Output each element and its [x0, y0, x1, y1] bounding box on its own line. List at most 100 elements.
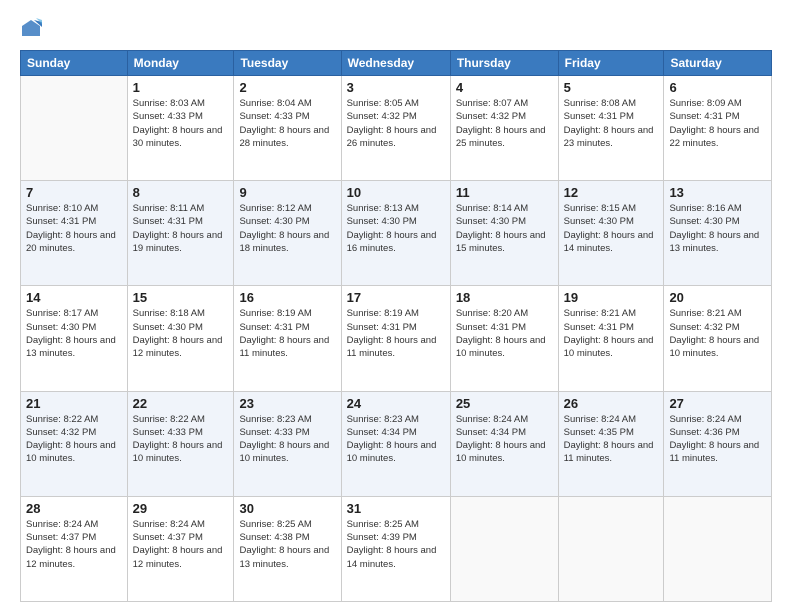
calendar-cell: 25Sunrise: 8:24 AMSunset: 4:34 PMDayligh…	[450, 391, 558, 496]
calendar-cell: 11 Sunrise: 8:14 AMSunset: 4:30 PMDayligh…	[450, 181, 558, 286]
calendar-cell: 10 Sunrise: 8:13 AMSunset: 4:30 PMDayligh…	[341, 181, 450, 286]
calendar-cell	[558, 496, 664, 601]
calendar-cell: 18Sunrise: 8:20 AMSunset: 4:31 PMDayligh…	[450, 286, 558, 391]
cell-info: Sunrise: 8:18 AMSunset: 4:30 PMDaylight:…	[133, 307, 229, 360]
logo	[20, 18, 44, 40]
cell-day-number: 12	[564, 185, 659, 200]
cell-info: Sunrise: 8:23 AMSunset: 4:34 PMDaylight:…	[347, 413, 445, 466]
calendar-week-row: 14 Sunrise: 8:17 AMSunset: 4:30 PMDayligh…	[21, 286, 772, 391]
cell-info: Sunrise: 8:05 AMSunset: 4:32 PMDaylight:…	[347, 97, 445, 150]
cell-info: Sunrise: 8:24 AMSunset: 4:35 PMDaylight:…	[564, 413, 659, 466]
cell-info: Sunrise: 8:24 AMSunset: 4:37 PMDaylight:…	[133, 518, 229, 571]
calendar-cell	[21, 76, 128, 181]
cell-day-number: 2	[239, 80, 335, 95]
calendar-cell: 2 Sunrise: 8:04 AMSunset: 4:33 PMDaylight…	[234, 76, 341, 181]
cell-info: Sunrise: 8:11 AMSunset: 4:31 PMDaylight:…	[133, 202, 229, 255]
cell-day-number: 15	[133, 290, 229, 305]
cell-info: Sunrise: 8:17 AMSunset: 4:30 PMDaylight:…	[26, 307, 122, 360]
calendar-cell: 1 Sunrise: 8:03 AMSunset: 4:33 PMDaylight…	[127, 76, 234, 181]
cell-day-number: 13	[669, 185, 766, 200]
calendar-cell: 21 Sunrise: 8:22 AMSunset: 4:32 PMDayligh…	[21, 391, 128, 496]
cell-day-number: 3	[347, 80, 445, 95]
calendar-cell: 22 Sunrise: 8:22 AMSunset: 4:33 PMDayligh…	[127, 391, 234, 496]
cell-day-number: 6	[669, 80, 766, 95]
calendar-cell: 30 Sunrise: 8:25 AMSunset: 4:38 PMDayligh…	[234, 496, 341, 601]
cell-info: Sunrise: 8:04 AMSunset: 4:33 PMDaylight:…	[239, 97, 335, 150]
cell-day-number: 8	[133, 185, 229, 200]
cell-info: Sunrise: 8:21 AMSunset: 4:31 PMDaylight:…	[564, 307, 659, 360]
cell-info: Sunrise: 8:07 AMSunset: 4:32 PMDaylight:…	[456, 97, 553, 150]
cell-info: Sunrise: 8:25 AMSunset: 4:39 PMDaylight:…	[347, 518, 445, 571]
calendar-cell: 28 Sunrise: 8:24 AMSunset: 4:37 PMDayligh…	[21, 496, 128, 601]
cell-info: Sunrise: 8:08 AMSunset: 4:31 PMDaylight:…	[564, 97, 659, 150]
calendar-cell: 15 Sunrise: 8:18 AMSunset: 4:30 PMDayligh…	[127, 286, 234, 391]
cell-info: Sunrise: 8:22 AMSunset: 4:32 PMDaylight:…	[26, 413, 122, 466]
calendar-cell: 14 Sunrise: 8:17 AMSunset: 4:30 PMDayligh…	[21, 286, 128, 391]
calendar-week-row: 21 Sunrise: 8:22 AMSunset: 4:32 PMDayligh…	[21, 391, 772, 496]
calendar-cell: 17 Sunrise: 8:19 AMSunset: 4:31 PMDayligh…	[341, 286, 450, 391]
logo-icon	[20, 18, 42, 40]
cell-day-number: 26	[564, 396, 659, 411]
cell-info: Sunrise: 8:22 AMSunset: 4:33 PMDaylight:…	[133, 413, 229, 466]
cell-day-number: 7	[26, 185, 122, 200]
cell-day-number: 11	[456, 185, 553, 200]
cell-day-number: 23	[239, 396, 335, 411]
cell-info: Sunrise: 8:19 AMSunset: 4:31 PMDaylight:…	[239, 307, 335, 360]
cell-day-number: 22	[133, 396, 229, 411]
calendar-cell: 6 Sunrise: 8:09 AMSunset: 4:31 PMDaylight…	[664, 76, 772, 181]
calendar-cell: 5 Sunrise: 8:08 AMSunset: 4:31 PMDaylight…	[558, 76, 664, 181]
calendar-week-row: 28 Sunrise: 8:24 AMSunset: 4:37 PMDayligh…	[21, 496, 772, 601]
weekday-header-saturday: Saturday	[664, 51, 772, 76]
cell-day-number: 24	[347, 396, 445, 411]
cell-info: Sunrise: 8:24 AMSunset: 4:36 PMDaylight:…	[669, 413, 766, 466]
calendar-table: SundayMondayTuesdayWednesdayThursdayFrid…	[20, 50, 772, 602]
calendar-cell: 29 Sunrise: 8:24 AMSunset: 4:37 PMDayligh…	[127, 496, 234, 601]
calendar-cell: 8 Sunrise: 8:11 AMSunset: 4:31 PMDaylight…	[127, 181, 234, 286]
cell-day-number: 30	[239, 501, 335, 516]
weekday-header-row: SundayMondayTuesdayWednesdayThursdayFrid…	[21, 51, 772, 76]
cell-info: Sunrise: 8:09 AMSunset: 4:31 PMDaylight:…	[669, 97, 766, 150]
weekday-header-wednesday: Wednesday	[341, 51, 450, 76]
cell-day-number: 21	[26, 396, 122, 411]
weekday-header-sunday: Sunday	[21, 51, 128, 76]
header	[20, 18, 772, 40]
cell-info: Sunrise: 8:12 AMSunset: 4:30 PMDaylight:…	[239, 202, 335, 255]
page: SundayMondayTuesdayWednesdayThursdayFrid…	[0, 0, 792, 612]
calendar-cell: 31Sunrise: 8:25 AMSunset: 4:39 PMDayligh…	[341, 496, 450, 601]
cell-day-number: 14	[26, 290, 122, 305]
cell-day-number: 29	[133, 501, 229, 516]
cell-info: Sunrise: 8:16 AMSunset: 4:30 PMDaylight:…	[669, 202, 766, 255]
calendar-cell: 23 Sunrise: 8:23 AMSunset: 4:33 PMDayligh…	[234, 391, 341, 496]
cell-day-number: 9	[239, 185, 335, 200]
calendar-cell: 16Sunrise: 8:19 AMSunset: 4:31 PMDayligh…	[234, 286, 341, 391]
calendar-cell: 7 Sunrise: 8:10 AMSunset: 4:31 PMDaylight…	[21, 181, 128, 286]
cell-info: Sunrise: 8:19 AMSunset: 4:31 PMDaylight:…	[347, 307, 445, 360]
cell-info: Sunrise: 8:03 AMSunset: 4:33 PMDaylight:…	[133, 97, 229, 150]
cell-info: Sunrise: 8:21 AMSunset: 4:32 PMDaylight:…	[669, 307, 766, 360]
calendar-cell	[450, 496, 558, 601]
cell-info: Sunrise: 8:25 AMSunset: 4:38 PMDaylight:…	[239, 518, 335, 571]
cell-info: Sunrise: 8:24 AMSunset: 4:37 PMDaylight:…	[26, 518, 122, 571]
cell-info: Sunrise: 8:13 AMSunset: 4:30 PMDaylight:…	[347, 202, 445, 255]
calendar-cell: 20 Sunrise: 8:21 AMSunset: 4:32 PMDayligh…	[664, 286, 772, 391]
cell-day-number: 18	[456, 290, 553, 305]
calendar-cell: 4Sunrise: 8:07 AMSunset: 4:32 PMDaylight…	[450, 76, 558, 181]
cell-day-number: 19	[564, 290, 659, 305]
cell-day-number: 17	[347, 290, 445, 305]
calendar-cell: 27Sunrise: 8:24 AMSunset: 4:36 PMDayligh…	[664, 391, 772, 496]
cell-info: Sunrise: 8:23 AMSunset: 4:33 PMDaylight:…	[239, 413, 335, 466]
cell-day-number: 25	[456, 396, 553, 411]
cell-day-number: 1	[133, 80, 229, 95]
cell-info: Sunrise: 8:10 AMSunset: 4:31 PMDaylight:…	[26, 202, 122, 255]
cell-info: Sunrise: 8:14 AMSunset: 4:30 PMDaylight:…	[456, 202, 553, 255]
cell-day-number: 28	[26, 501, 122, 516]
calendar-cell	[664, 496, 772, 601]
calendar-cell: 24 Sunrise: 8:23 AMSunset: 4:34 PMDayligh…	[341, 391, 450, 496]
weekday-header-thursday: Thursday	[450, 51, 558, 76]
cell-day-number: 10	[347, 185, 445, 200]
cell-day-number: 20	[669, 290, 766, 305]
calendar-week-row: 7 Sunrise: 8:10 AMSunset: 4:31 PMDaylight…	[21, 181, 772, 286]
cell-day-number: 5	[564, 80, 659, 95]
weekday-header-monday: Monday	[127, 51, 234, 76]
calendar-cell: 19 Sunrise: 8:21 AMSunset: 4:31 PMDayligh…	[558, 286, 664, 391]
